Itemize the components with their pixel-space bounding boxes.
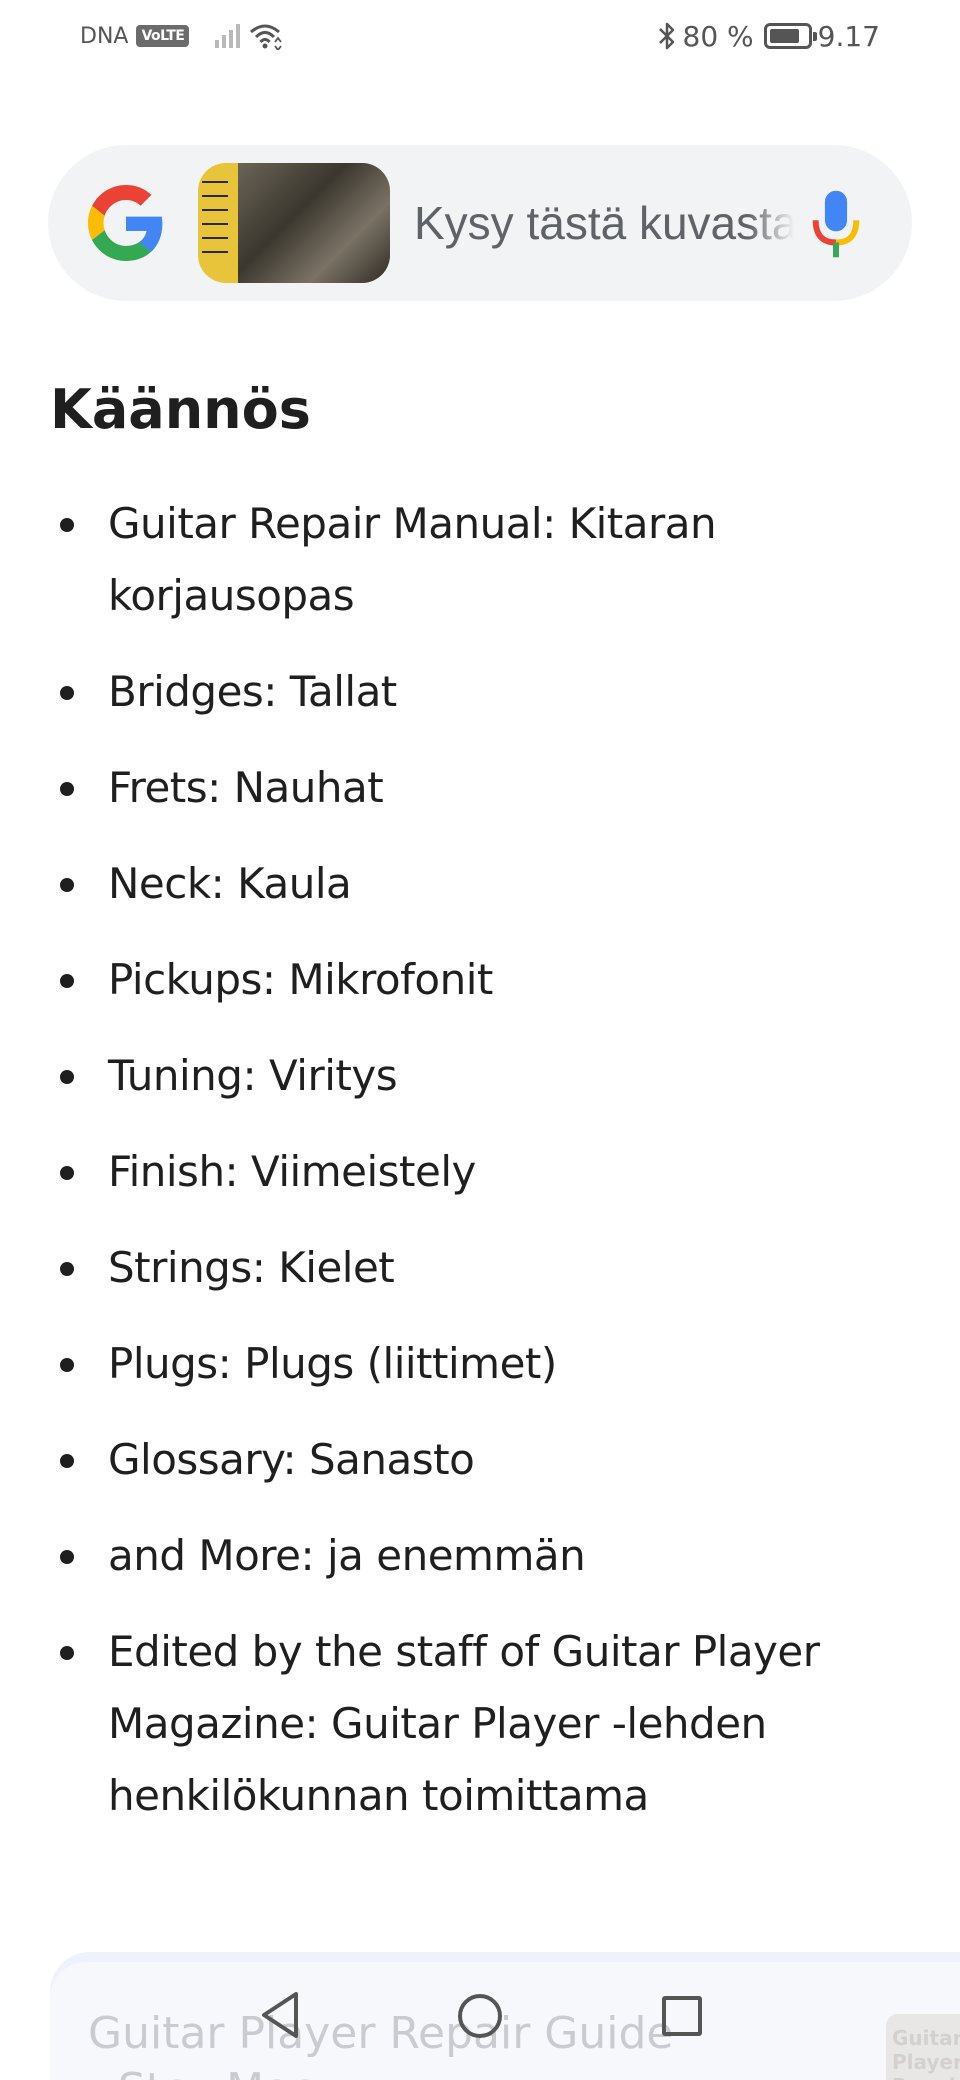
- battery-percent: 80 %: [682, 19, 754, 53]
- navigation-bar: [0, 1990, 960, 2060]
- list-item-text: Finish: Viimeistely: [108, 1147, 476, 1196]
- bullet-icon: [60, 686, 74, 700]
- list-item-text: Tuning: Viritys: [108, 1051, 398, 1100]
- bullet-icon: [60, 1070, 74, 1084]
- list-item-text: Plugs: Plugs (liittimet): [108, 1339, 557, 1388]
- carrier-label: DNA: [80, 23, 129, 49]
- list-item: Frets: Nauhat: [50, 752, 910, 824]
- bullet-icon: [60, 518, 74, 532]
- bullet-icon: [60, 974, 74, 988]
- bullet-icon: [60, 1454, 74, 1468]
- list-item: Tuning: Viritys: [50, 1040, 910, 1112]
- bullet-icon: [60, 1550, 74, 1564]
- status-right: 80 % 9.17: [657, 18, 880, 54]
- thumbnail-text-lines: [202, 181, 236, 265]
- list-item: Glossary: Sanasto: [50, 1424, 910, 1496]
- status-left: DNA VoLTE: [80, 20, 283, 52]
- list-item: Neck: Kaula: [50, 848, 910, 920]
- list-item-text: Strings: Kielet: [108, 1243, 395, 1292]
- mic-icon[interactable]: [804, 187, 868, 261]
- list-item-text: and More: ja enemmän: [108, 1531, 586, 1580]
- list-item-text: Frets: Nauhat: [108, 763, 384, 812]
- translation-list: Guitar Repair Manual: Kitaran korjausopa…: [50, 488, 910, 1856]
- signal-icon: [215, 24, 241, 48]
- list-item: Guitar Repair Manual: Kitaran korjausopa…: [50, 488, 910, 632]
- thumbnail-photo: [238, 163, 390, 283]
- battery-icon: [763, 23, 817, 49]
- battery-level-fill: [769, 29, 799, 43]
- translation-heading: Käännös: [50, 378, 311, 441]
- bullet-icon: [60, 1358, 74, 1372]
- list-item-text: Edited by the staff of Guitar Player Mag…: [108, 1627, 820, 1820]
- home-icon[interactable]: [458, 1994, 502, 2038]
- list-item-text: Glossary: Sanasto: [108, 1435, 475, 1484]
- list-item-text: Guitar Repair Manual: Kitaran korjausopa…: [108, 499, 717, 620]
- bullet-icon: [60, 1262, 74, 1276]
- back-icon[interactable]: [258, 1990, 302, 2040]
- list-item: Plugs: Plugs (liittimet): [50, 1328, 910, 1400]
- bullet-icon: [60, 1166, 74, 1180]
- list-item: Finish: Viimeistely: [50, 1136, 910, 1208]
- bullet-icon: [60, 782, 74, 796]
- bullet-icon: [60, 878, 74, 892]
- bullet-icon: [60, 1646, 74, 1660]
- list-item-text: Pickups: Mikrofonit: [108, 955, 493, 1004]
- search-bar[interactable]: Kysy tästä kuvasta: [48, 145, 912, 301]
- wifi-icon: [250, 24, 283, 50]
- list-item: and More: ja enemmän: [50, 1520, 910, 1592]
- list-item: Pickups: Mikrofonit: [50, 944, 910, 1016]
- bluetooth-icon: [658, 22, 674, 50]
- list-item: Bridges: Tallat: [50, 656, 910, 728]
- clock: 9.17: [817, 19, 880, 53]
- search-input[interactable]: Kysy tästä kuvasta: [414, 185, 794, 261]
- image-thumbnail[interactable]: [198, 163, 390, 283]
- result-card-title-line2: - StewMac: [88, 2062, 673, 2080]
- list-item-text: Bridges: Tallat: [108, 667, 397, 716]
- recent-apps-icon[interactable]: [662, 1996, 702, 2036]
- list-item-text: Neck: Kaula: [108, 859, 352, 908]
- volte-badge: VoLTE: [136, 25, 190, 47]
- google-logo[interactable]: [88, 185, 164, 261]
- list-item: Edited by the staff of Guitar Player Mag…: [50, 1616, 910, 1832]
- status-bar: DNA VoLTE 80 % 9.17: [0, 0, 960, 72]
- list-item: Strings: Kielet: [50, 1232, 910, 1304]
